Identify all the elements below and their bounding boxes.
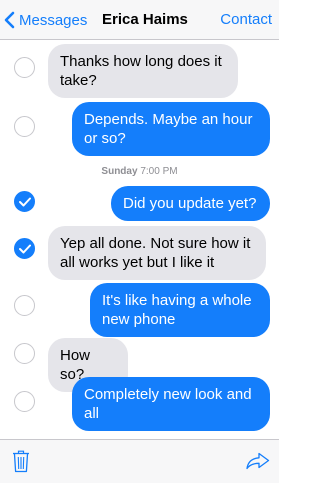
message-row: Depends. Maybe an hour or so? [0,98,279,156]
message-row: Did you update yet? [0,183,279,221]
checkmark-icon [19,197,31,207]
back-button-label: Messages [19,11,88,29]
message-bubble-incoming[interactable]: Yep all done. Not sure how it all works … [48,226,266,280]
message-bubble-outgoing[interactable]: Depends. Maybe an hour or so? [72,102,270,156]
timestamp-time: 7:00 PM [140,166,178,177]
timestamp-day: Sunday [101,166,138,177]
message-bubble-outgoing[interactable]: Completely new look and all [72,377,270,431]
timestamp: Sunday 7:00 PM [0,166,279,177]
select-circle[interactable] [14,391,35,412]
message-bubble-outgoing[interactable]: It's like having a whole new phone [90,283,270,337]
forward-button[interactable] [246,452,270,475]
select-circle[interactable] [14,295,35,316]
message-row: Yep all done. Not sure how it all works … [0,225,279,280]
conversation-title: Erica Haims [102,11,188,28]
contact-button[interactable]: Contact [220,11,272,28]
select-circle-checked[interactable] [14,191,35,212]
select-circle[interactable] [14,343,35,364]
message-row: It's like having a whole new phone [0,281,279,337]
navigation-bar: Messages Erica Haims Contact [0,0,279,40]
message-bubble-incoming[interactable]: Thanks how long does it take? [48,44,238,98]
message-row: Thanks how long does it take? [0,40,279,98]
checkmark-icon [19,244,31,254]
trash-icon [13,450,29,473]
select-circle[interactable] [14,116,35,137]
chevron-left-icon [4,11,15,29]
delete-button[interactable] [12,450,30,478]
message-row: Completely new look and all [0,372,279,431]
message-bubble-outgoing[interactable]: Did you update yet? [111,186,270,221]
message-row: How so? [0,337,279,392]
edit-toolbar [0,439,279,483]
share-arrow-icon [246,452,270,470]
select-circle[interactable] [14,57,35,78]
select-circle-checked[interactable] [14,238,35,259]
back-button[interactable]: Messages [4,10,87,30]
